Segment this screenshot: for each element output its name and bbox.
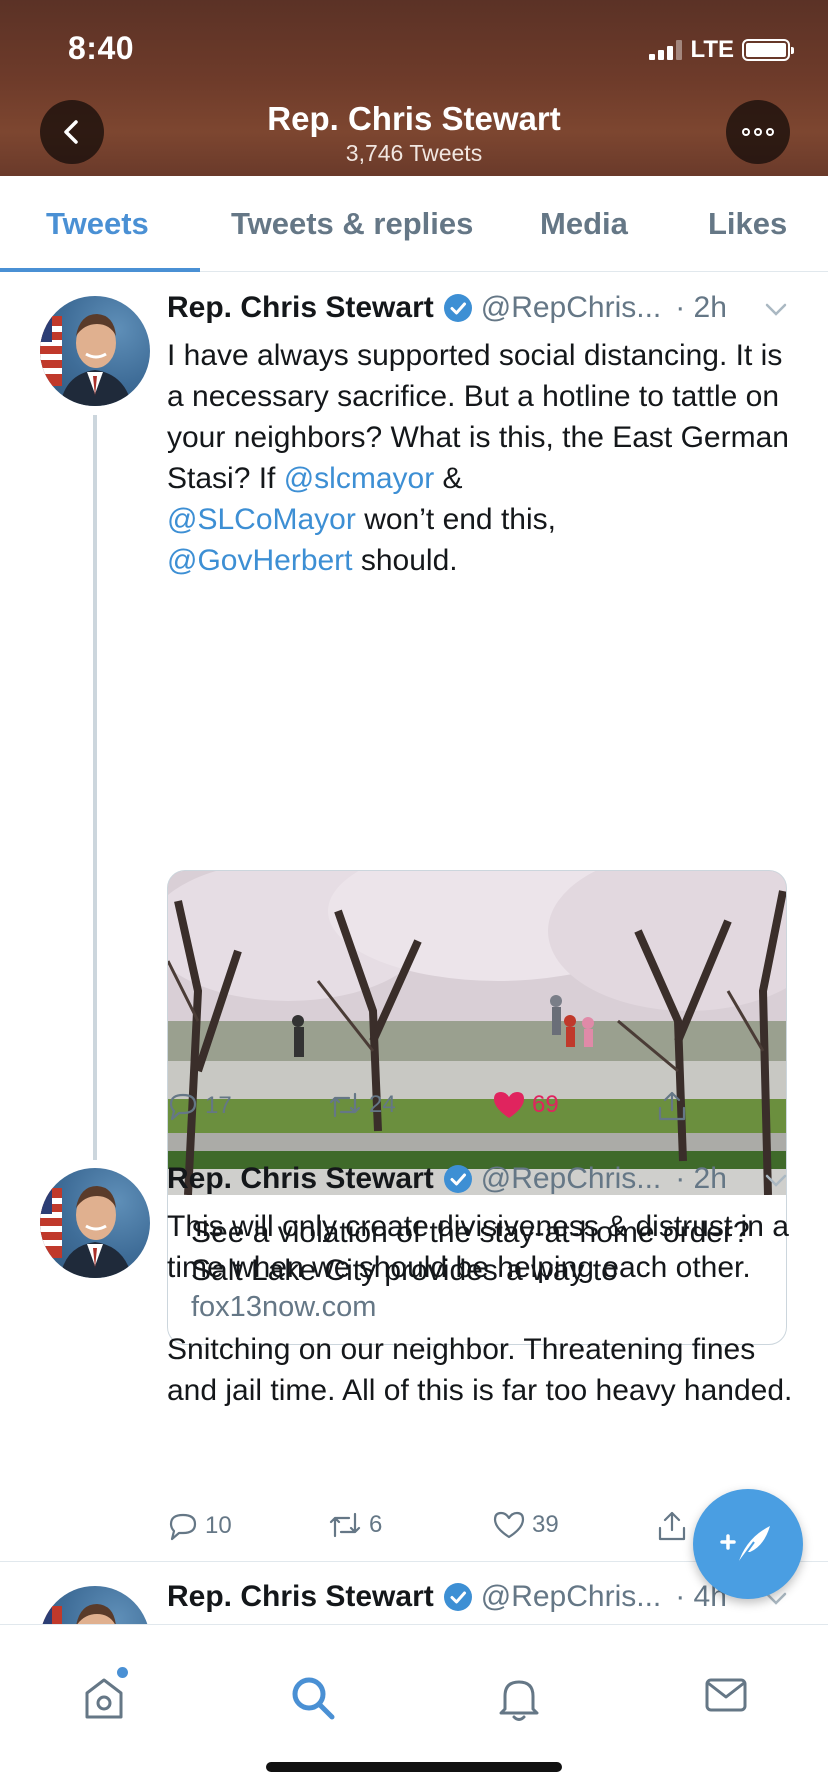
signal-icon bbox=[649, 40, 683, 60]
tweet-actions: 17 24 69 bbox=[167, 1090, 687, 1130]
avatar[interactable] bbox=[40, 296, 150, 406]
mail-icon[interactable] bbox=[704, 1675, 748, 1715]
author-name[interactable]: Rep. Chris Stewart bbox=[167, 1580, 434, 1614]
heart-icon bbox=[493, 1511, 525, 1539]
profile-tabs: Tweets Tweets & replies Media Likes bbox=[0, 176, 828, 272]
profile-header: 8:40 LTE Rep. Chris Stewart 3,746 Tweets bbox=[0, 0, 828, 176]
retweet-button[interactable]: 24 bbox=[327, 1090, 396, 1120]
tab-likes[interactable]: Likes bbox=[708, 206, 787, 242]
profile-name: Rep. Chris Stewart bbox=[267, 100, 561, 137]
reply-count: 10 bbox=[205, 1512, 232, 1539]
mention-link[interactable]: @GovHerbert bbox=[167, 544, 353, 577]
author-handle[interactable]: @RepChris... bbox=[481, 291, 662, 325]
tab-tweets-and-replies[interactable]: Tweets & replies bbox=[231, 206, 473, 242]
thread-line bbox=[93, 415, 97, 1160]
compose-feather-icon bbox=[720, 1526, 770, 1565]
verified-badge-icon bbox=[443, 1582, 473, 1612]
share-icon bbox=[658, 1511, 686, 1541]
bell-icon[interactable] bbox=[497, 1675, 541, 1723]
verified-badge-icon bbox=[443, 1164, 473, 1194]
battery-icon bbox=[742, 39, 794, 61]
tweet-paragraph: This will only create divisiveness & dis… bbox=[167, 1210, 789, 1284]
verified-badge-icon bbox=[443, 293, 473, 323]
network-label: LTE bbox=[690, 36, 734, 63]
retweet-count: 6 bbox=[369, 1511, 383, 1538]
heart-filled-icon bbox=[494, 1092, 524, 1118]
like-button[interactable]: 69 bbox=[492, 1090, 559, 1120]
compose-tweet-button[interactable] bbox=[693, 1489, 803, 1599]
tweet[interactable]: Rep. Chris Stewart @RepChris... · 2h Thi… bbox=[0, 1140, 828, 1560]
tweet-header: Rep. Chris Stewart @RepChris... · 4h bbox=[167, 1580, 727, 1614]
like-count: 39 bbox=[532, 1511, 559, 1538]
text-segment: should. bbox=[352, 544, 458, 577]
mention-link[interactable]: @slcmayor bbox=[284, 462, 434, 495]
tab-media[interactable]: Media bbox=[540, 206, 628, 242]
author-handle[interactable]: @RepChris... bbox=[481, 1580, 662, 1614]
retweet-button[interactable]: 6 bbox=[327, 1510, 382, 1540]
author-name[interactable]: Rep. Chris Stewart bbox=[167, 1162, 434, 1196]
home-icon[interactable] bbox=[82, 1675, 126, 1721]
like-count: 69 bbox=[532, 1091, 559, 1118]
tweet-time: · 2h bbox=[675, 291, 727, 324]
tweet-header: Rep. Chris Stewart @RepChris... · 2h bbox=[167, 291, 727, 325]
tab-tweets[interactable]: Tweets bbox=[46, 206, 149, 242]
reply-icon bbox=[169, 1093, 197, 1121]
like-button[interactable]: 39 bbox=[492, 1510, 559, 1540]
tweet-text: I have always supported social distancin… bbox=[167, 335, 795, 581]
avatar-image bbox=[40, 314, 132, 406]
tweet-text: This will only create divisiveness & dis… bbox=[167, 1206, 795, 1411]
avatar-image bbox=[40, 1186, 132, 1278]
text-segment: won’t end this, bbox=[355, 503, 556, 536]
share-icon bbox=[658, 1091, 686, 1121]
text-segment: I have always supported social distancin… bbox=[167, 339, 789, 495]
new-content-dot bbox=[117, 1667, 128, 1678]
reply-button[interactable]: 17 bbox=[167, 1090, 232, 1122]
search-icon[interactable] bbox=[290, 1675, 336, 1721]
more-button[interactable] bbox=[726, 100, 790, 164]
status-indicators: LTE bbox=[649, 36, 794, 64]
status-time: 8:40 bbox=[68, 30, 135, 66]
author-name[interactable]: Rep. Chris Stewart bbox=[167, 291, 434, 325]
mention-link[interactable]: @SLCoMayor bbox=[167, 503, 356, 536]
more-icon bbox=[742, 128, 774, 136]
reply-count: 17 bbox=[205, 1092, 232, 1119]
retweet-count: 24 bbox=[369, 1091, 396, 1118]
reply-button[interactable]: 10 bbox=[167, 1510, 232, 1542]
retweet-icon bbox=[329, 1092, 361, 1118]
home-indicator[interactable] bbox=[266, 1762, 562, 1772]
chevron-down-icon[interactable] bbox=[764, 302, 788, 318]
avatar[interactable] bbox=[40, 1586, 150, 1624]
share-button[interactable] bbox=[657, 1510, 687, 1542]
tweet-paragraph: Snitching on our neighbor. Threatening f… bbox=[167, 1333, 793, 1407]
share-button[interactable] bbox=[657, 1090, 687, 1122]
avatar[interactable] bbox=[40, 1168, 150, 1278]
author-handle[interactable]: @RepChris... bbox=[481, 1162, 662, 1196]
text-segment: & bbox=[434, 462, 463, 495]
avatar-image bbox=[40, 1604, 116, 1624]
tweet-count: 3,746 Tweets bbox=[345, 140, 483, 166]
tweet-actions: 10 6 39 bbox=[167, 1510, 687, 1550]
reply-icon bbox=[169, 1513, 197, 1541]
tweet-header: Rep. Chris Stewart @RepChris... · 2h bbox=[167, 1162, 727, 1196]
tweet-time: · 2h bbox=[675, 1162, 727, 1195]
chevron-down-icon[interactable] bbox=[764, 1173, 788, 1189]
retweet-icon bbox=[329, 1512, 361, 1538]
